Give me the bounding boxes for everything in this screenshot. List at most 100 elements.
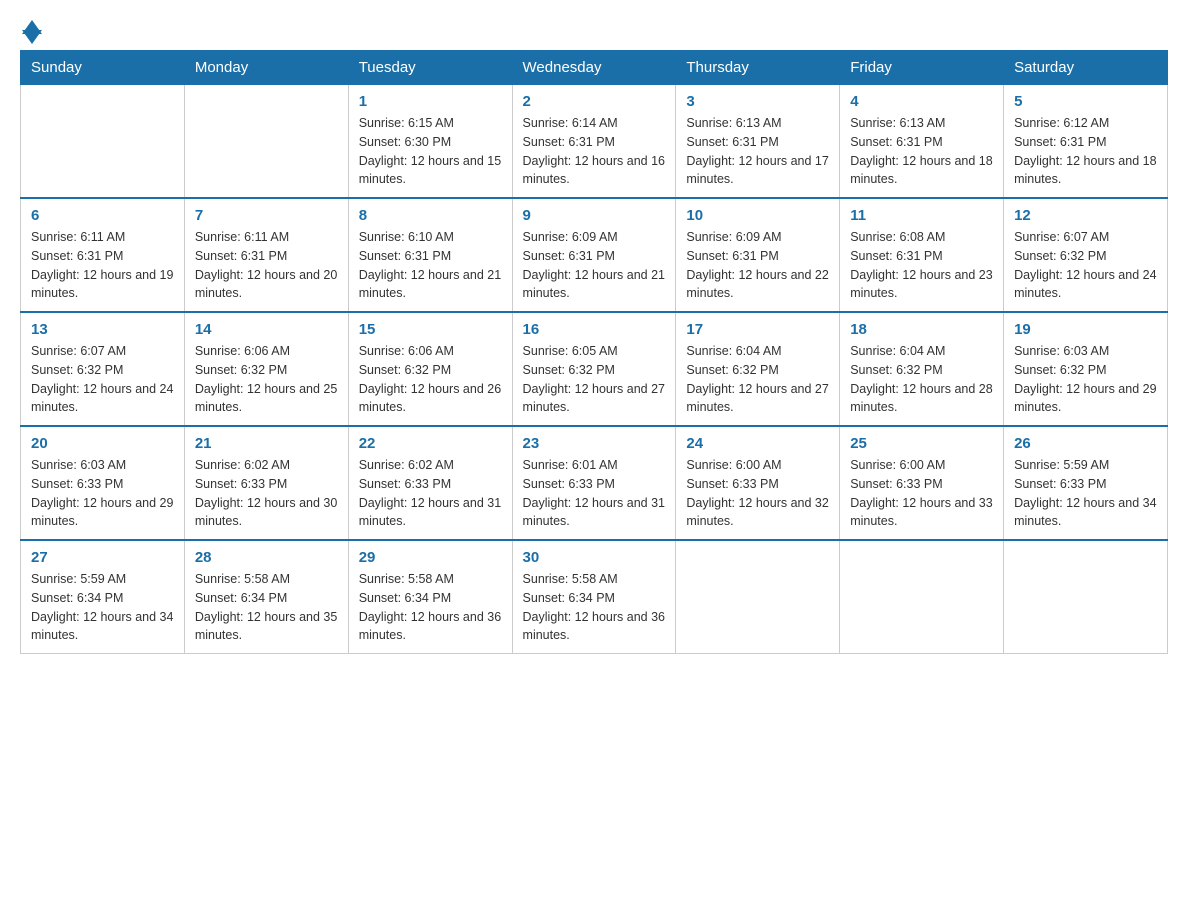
day-info: Sunrise: 5:58 AMSunset: 6:34 PMDaylight:…	[359, 570, 502, 645]
calendar-cell: 9 Sunrise: 6:09 AMSunset: 6:31 PMDaylight…	[512, 198, 676, 312]
day-info: Sunrise: 5:59 AMSunset: 6:33 PMDaylight:…	[1014, 456, 1157, 531]
day-info: Sunrise: 6:09 AMSunset: 6:31 PMDaylight:…	[686, 228, 829, 303]
weekday-header-thursday: Thursday	[676, 51, 840, 85]
calendar-cell	[840, 540, 1004, 654]
day-info: Sunrise: 6:08 AMSunset: 6:31 PMDaylight:…	[850, 228, 993, 303]
day-info: Sunrise: 6:07 AMSunset: 6:32 PMDaylight:…	[1014, 228, 1157, 303]
day-number: 8	[359, 207, 502, 224]
day-info: Sunrise: 6:07 AMSunset: 6:32 PMDaylight:…	[31, 342, 174, 417]
day-number: 16	[523, 321, 666, 338]
day-number: 5	[1014, 93, 1157, 110]
day-number: 6	[31, 207, 174, 224]
calendar-cell: 16 Sunrise: 6:05 AMSunset: 6:32 PMDayligh…	[512, 312, 676, 426]
page-header	[20, 20, 1168, 40]
weekday-header-wednesday: Wednesday	[512, 51, 676, 85]
day-info: Sunrise: 6:01 AMSunset: 6:33 PMDaylight:…	[523, 456, 666, 531]
day-info: Sunrise: 6:11 AMSunset: 6:31 PMDaylight:…	[31, 228, 174, 303]
day-info: Sunrise: 6:05 AMSunset: 6:32 PMDaylight:…	[523, 342, 666, 417]
day-number: 3	[686, 93, 829, 110]
weekday-header-friday: Friday	[840, 51, 1004, 85]
calendar-cell: 24 Sunrise: 6:00 AMSunset: 6:33 PMDayligh…	[676, 426, 840, 540]
day-number: 14	[195, 321, 338, 338]
day-number: 27	[31, 549, 174, 566]
calendar-cell: 10 Sunrise: 6:09 AMSunset: 6:31 PMDayligh…	[676, 198, 840, 312]
day-number: 7	[195, 207, 338, 224]
day-info: Sunrise: 6:02 AMSunset: 6:33 PMDaylight:…	[195, 456, 338, 531]
calendar-cell	[676, 540, 840, 654]
day-info: Sunrise: 6:10 AMSunset: 6:31 PMDaylight:…	[359, 228, 502, 303]
day-number: 11	[850, 207, 993, 224]
calendar-cell: 27 Sunrise: 5:59 AMSunset: 6:34 PMDayligh…	[21, 540, 185, 654]
day-number: 30	[523, 549, 666, 566]
calendar-cell: 5Sunrise: 6:12 AMSunset: 6:31 PMDaylight…	[1004, 85, 1168, 199]
day-number: 21	[195, 435, 338, 452]
calendar-week-row: 27 Sunrise: 5:59 AMSunset: 6:34 PMDayligh…	[21, 540, 1168, 654]
weekday-header-monday: Monday	[184, 51, 348, 85]
calendar-cell: 7Sunrise: 6:11 AMSunset: 6:31 PMDaylight…	[184, 198, 348, 312]
calendar-cell: 15 Sunrise: 6:06 AMSunset: 6:32 PMDayligh…	[348, 312, 512, 426]
calendar-cell: 19 Sunrise: 6:03 AMSunset: 6:32 PMDayligh…	[1004, 312, 1168, 426]
day-info: Sunrise: 6:13 AMSunset: 6:31 PMDaylight:…	[686, 114, 829, 189]
calendar-cell: 12Sunrise: 6:07 AMSunset: 6:32 PMDayligh…	[1004, 198, 1168, 312]
calendar-table: SundayMondayTuesdayWednesdayThursdayFrid…	[20, 50, 1168, 654]
day-info: Sunrise: 6:06 AMSunset: 6:32 PMDaylight:…	[359, 342, 502, 417]
weekday-header-tuesday: Tuesday	[348, 51, 512, 85]
calendar-cell: 14 Sunrise: 6:06 AMSunset: 6:32 PMDayligh…	[184, 312, 348, 426]
day-number: 18	[850, 321, 993, 338]
day-info: Sunrise: 6:02 AMSunset: 6:33 PMDaylight:…	[359, 456, 502, 531]
calendar-cell	[21, 85, 185, 199]
day-number: 17	[686, 321, 829, 338]
day-number: 25	[850, 435, 993, 452]
calendar-week-row: 20 Sunrise: 6:03 AMSunset: 6:33 PMDayligh…	[21, 426, 1168, 540]
calendar-cell: 25 Sunrise: 6:00 AMSunset: 6:33 PMDayligh…	[840, 426, 1004, 540]
day-number: 26	[1014, 435, 1157, 452]
day-number: 19	[1014, 321, 1157, 338]
day-number: 20	[31, 435, 174, 452]
calendar-cell: 18 Sunrise: 6:04 AMSunset: 6:32 PMDayligh…	[840, 312, 1004, 426]
day-info: Sunrise: 5:58 AMSunset: 6:34 PMDaylight:…	[523, 570, 666, 645]
day-info: Sunrise: 6:14 AMSunset: 6:31 PMDaylight:…	[523, 114, 666, 189]
day-number: 9	[523, 207, 666, 224]
calendar-cell: 11 Sunrise: 6:08 AMSunset: 6:31 PMDayligh…	[840, 198, 1004, 312]
day-number: 24	[686, 435, 829, 452]
calendar-cell: 4Sunrise: 6:13 AMSunset: 6:31 PMDaylight…	[840, 85, 1004, 199]
calendar-cell: 6 Sunrise: 6:11 AMSunset: 6:31 PMDaylight…	[21, 198, 185, 312]
day-number: 10	[686, 207, 829, 224]
calendar-cell: 30 Sunrise: 5:58 AMSunset: 6:34 PMDayligh…	[512, 540, 676, 654]
weekday-header-row: SundayMondayTuesdayWednesdayThursdayFrid…	[21, 51, 1168, 85]
calendar-cell: 22Sunrise: 6:02 AMSunset: 6:33 PMDayligh…	[348, 426, 512, 540]
day-info: Sunrise: 6:00 AMSunset: 6:33 PMDaylight:…	[686, 456, 829, 531]
calendar-cell: 20 Sunrise: 6:03 AMSunset: 6:33 PMDayligh…	[21, 426, 185, 540]
calendar-cell: 26 Sunrise: 5:59 AMSunset: 6:33 PMDayligh…	[1004, 426, 1168, 540]
calendar-cell: 1Sunrise: 6:15 AMSunset: 6:30 PMDaylight…	[348, 85, 512, 199]
calendar-cell: 28 Sunrise: 5:58 AMSunset: 6:34 PMDayligh…	[184, 540, 348, 654]
calendar-cell: 8 Sunrise: 6:10 AMSunset: 6:31 PMDaylight…	[348, 198, 512, 312]
day-info: Sunrise: 6:09 AMSunset: 6:31 PMDaylight:…	[523, 228, 666, 303]
day-info: Sunrise: 6:03 AMSunset: 6:32 PMDaylight:…	[1014, 342, 1157, 417]
calendar-cell: 29Sunrise: 5:58 AMSunset: 6:34 PMDayligh…	[348, 540, 512, 654]
day-info: Sunrise: 6:00 AMSunset: 6:33 PMDaylight:…	[850, 456, 993, 531]
calendar-week-row: 6 Sunrise: 6:11 AMSunset: 6:31 PMDaylight…	[21, 198, 1168, 312]
logo	[20, 20, 42, 40]
day-info: Sunrise: 5:59 AMSunset: 6:34 PMDaylight:…	[31, 570, 174, 645]
weekday-header-sunday: Sunday	[21, 51, 185, 85]
day-number: 28	[195, 549, 338, 566]
day-number: 1	[359, 93, 502, 110]
calendar-cell: 2 Sunrise: 6:14 AMSunset: 6:31 PMDaylight…	[512, 85, 676, 199]
day-number: 13	[31, 321, 174, 338]
day-number: 23	[523, 435, 666, 452]
calendar-cell: 23 Sunrise: 6:01 AMSunset: 6:33 PMDayligh…	[512, 426, 676, 540]
calendar-week-row: 1Sunrise: 6:15 AMSunset: 6:30 PMDaylight…	[21, 85, 1168, 199]
calendar-cell: 3 Sunrise: 6:13 AMSunset: 6:31 PMDaylight…	[676, 85, 840, 199]
day-info: Sunrise: 5:58 AMSunset: 6:34 PMDaylight:…	[195, 570, 338, 645]
day-number: 2	[523, 93, 666, 110]
day-info: Sunrise: 6:13 AMSunset: 6:31 PMDaylight:…	[850, 114, 993, 189]
calendar-cell	[184, 85, 348, 199]
day-info: Sunrise: 6:03 AMSunset: 6:33 PMDaylight:…	[31, 456, 174, 531]
calendar-cell	[1004, 540, 1168, 654]
day-info: Sunrise: 6:06 AMSunset: 6:32 PMDaylight:…	[195, 342, 338, 417]
day-number: 15	[359, 321, 502, 338]
day-info: Sunrise: 6:04 AMSunset: 6:32 PMDaylight:…	[850, 342, 993, 417]
weekday-header-saturday: Saturday	[1004, 51, 1168, 85]
day-info: Sunrise: 6:04 AMSunset: 6:32 PMDaylight:…	[686, 342, 829, 417]
